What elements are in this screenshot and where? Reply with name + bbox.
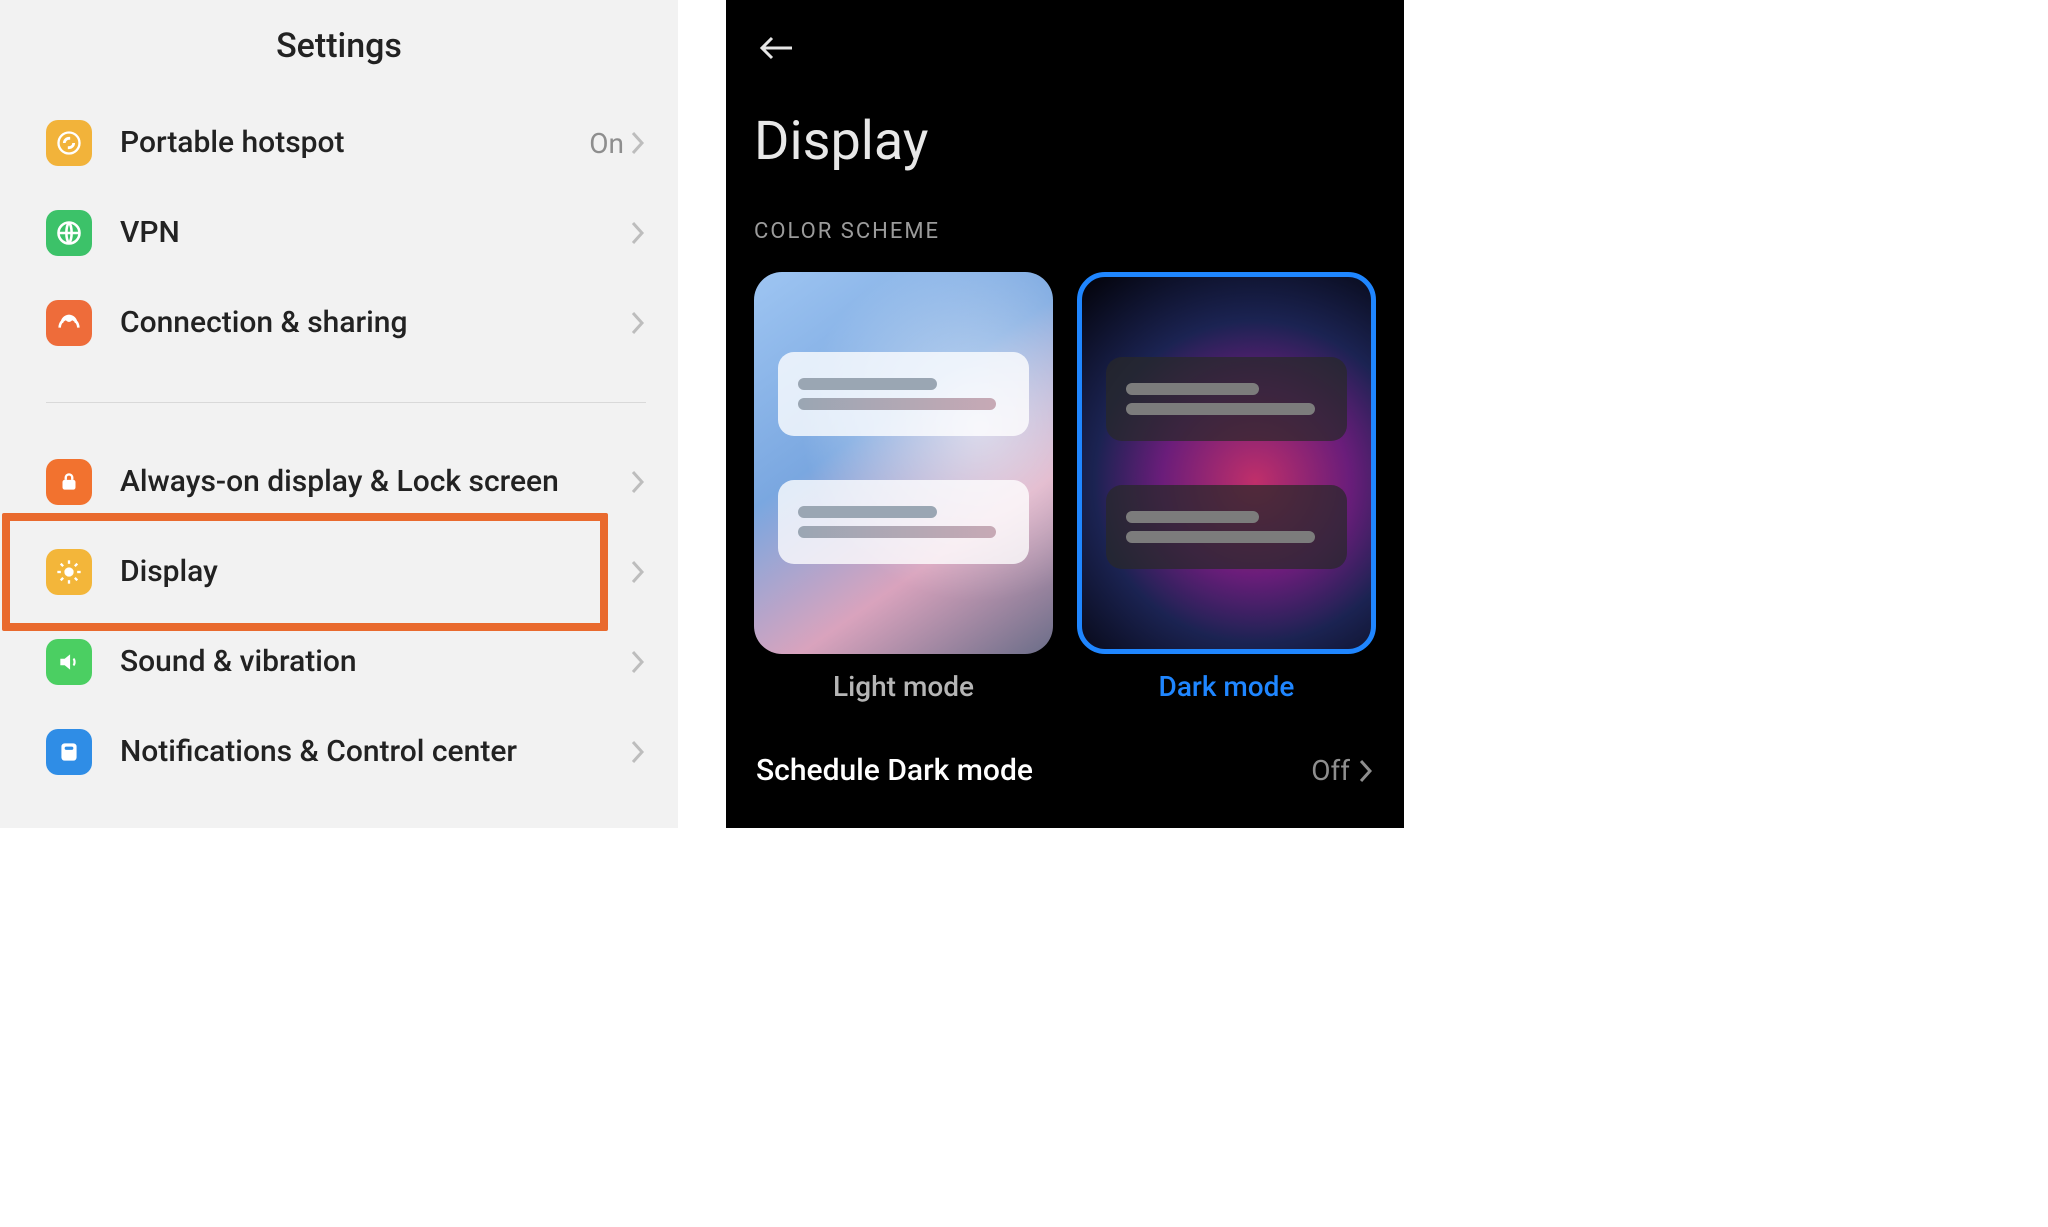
settings-item-sound-vibration[interactable]: Sound & vibration	[46, 617, 646, 707]
preview-card	[778, 480, 1029, 564]
section-header-color-scheme: COLOR SCHEME	[754, 219, 1376, 244]
chevron-right-icon	[630, 739, 646, 765]
chevron-right-icon	[630, 220, 646, 246]
settings-item-aod-lockscreen[interactable]: Always-on display & Lock screen	[46, 437, 646, 527]
share-icon	[46, 300, 92, 346]
arrow-left-icon	[758, 34, 794, 62]
chevron-right-icon	[630, 559, 646, 585]
settings-item-portable-hotspot[interactable]: Portable hotspot On	[46, 98, 646, 188]
settings-item-label: Notifications & Control center	[120, 733, 630, 771]
chevron-right-icon	[630, 130, 646, 156]
preview-card	[1106, 357, 1347, 441]
settings-item-vpn[interactable]: VPN	[46, 188, 646, 278]
display-settings-panel: Display COLOR SCHEME Light mode	[726, 0, 1404, 828]
settings-item-label: Portable hotspot	[120, 124, 589, 162]
link-icon	[46, 120, 92, 166]
settings-item-display[interactable]: Display	[46, 527, 646, 617]
back-button[interactable]	[754, 26, 798, 70]
settings-item-schedule-dark-mode[interactable]: Schedule Dark mode Off	[754, 723, 1376, 798]
settings-list-group-1: Portable hotspot On VPN	[0, 98, 678, 797]
settings-item-label: Display	[120, 553, 630, 591]
speaker-icon	[46, 639, 92, 685]
dark-mode-option[interactable]: Dark mode	[1077, 272, 1376, 703]
lock-icon	[46, 459, 92, 505]
notifications-icon	[46, 729, 92, 775]
settings-item-connection-sharing[interactable]: Connection & sharing	[46, 278, 646, 368]
chevron-right-icon	[630, 310, 646, 336]
brightness-icon	[46, 549, 92, 595]
settings-item-label: Connection & sharing	[120, 304, 630, 342]
settings-item-label: Always-on display & Lock screen	[120, 463, 630, 501]
settings-item-notifications[interactable]: Notifications & Control center	[46, 707, 646, 797]
dark-mode-preview	[1077, 272, 1376, 654]
light-mode-option[interactable]: Light mode	[754, 272, 1053, 703]
settings-panel: Settings Portable hotspot On VP	[0, 0, 678, 828]
light-mode-label: Light mode	[833, 670, 974, 703]
chevron-right-icon	[1358, 758, 1374, 784]
preview-card	[1106, 485, 1347, 569]
settings-title: Settings	[0, 0, 678, 98]
preview-card	[778, 352, 1029, 436]
chevron-right-icon	[630, 649, 646, 675]
color-scheme-options: Light mode Dark mode	[754, 272, 1376, 703]
screenshot-gap	[678, 0, 726, 828]
settings-item-label: VPN	[120, 214, 630, 252]
settings-item-label: Sound & vibration	[120, 643, 630, 681]
page-title: Display	[754, 110, 1376, 173]
settings-item-status: On	[589, 127, 624, 160]
group-divider	[46, 402, 646, 403]
light-mode-preview	[754, 272, 1053, 654]
globe-icon	[46, 210, 92, 256]
schedule-label: Schedule Dark mode	[756, 753, 1311, 788]
chevron-right-icon	[630, 469, 646, 495]
schedule-status: Off	[1311, 754, 1350, 787]
dark-mode-label: Dark mode	[1159, 670, 1295, 703]
